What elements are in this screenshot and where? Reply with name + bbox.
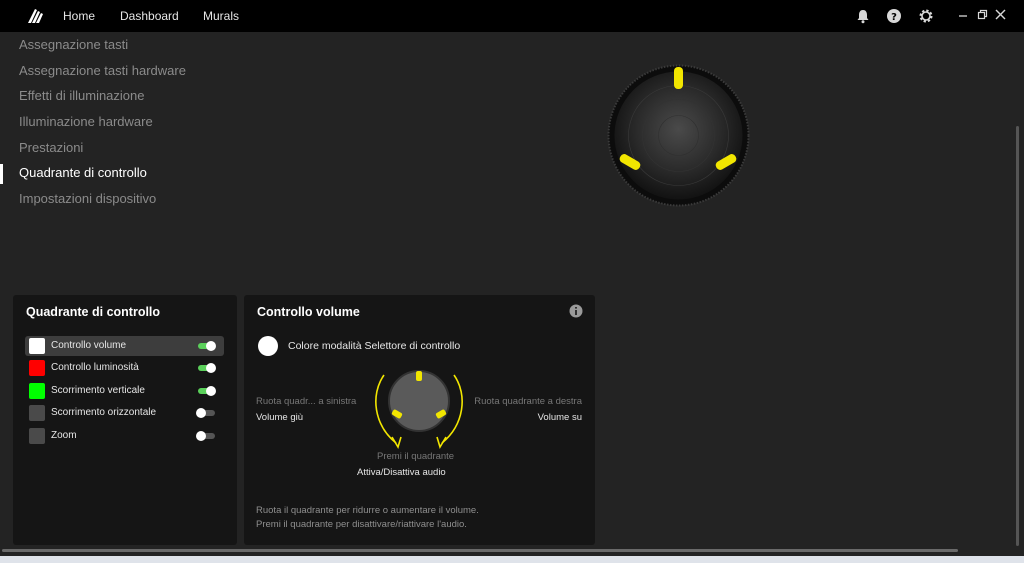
horizontal-scroll-toggle[interactable]: [196, 408, 216, 418]
info-icon[interactable]: [569, 304, 583, 318]
vertical-scrollbar[interactable]: [1016, 126, 1019, 546]
dial-modes-title: Quadrante di controllo: [26, 305, 161, 319]
nav-dashboard[interactable]: Dashboard: [120, 9, 179, 23]
rotate-right-action: Volume su: [537, 412, 582, 423]
control-dial-render: [607, 64, 750, 207]
horizontal-scroll-color-swatch[interactable]: [29, 405, 45, 421]
help-text-line1: Ruota il quadrante per ridurre o aumenta…: [256, 505, 479, 516]
brightness-color-swatch[interactable]: [29, 360, 45, 376]
restore-icon[interactable]: [976, 8, 990, 22]
dial-mode-label: Scorrimento verticale: [51, 385, 145, 396]
menu-item-hardware-key-assignment[interactable]: Assegnazione tasti hardware: [0, 62, 300, 88]
dial-mode-label: Zoom: [51, 430, 77, 441]
volume-toggle[interactable]: [196, 341, 216, 351]
dial-mode-row-volume[interactable]: Controllo volume: [25, 336, 224, 356]
help-text-line2: Premi il quadrante per disattivare/riatt…: [256, 519, 467, 530]
bell-icon[interactable]: [855, 8, 871, 24]
mode-color-picker[interactable]: [258, 336, 278, 356]
vertical-scroll-color-swatch[interactable]: [29, 383, 45, 399]
svg-text:?: ?: [891, 12, 897, 23]
volume-control-title: Controllo volume: [257, 305, 360, 319]
menu-item-control-dial[interactable]: Quadrante di controllo: [0, 164, 300, 190]
dial-mode-label: Controllo luminosità: [51, 362, 139, 373]
zoom-toggle[interactable]: [196, 431, 216, 441]
rotate-left-action: Volume giù: [256, 412, 304, 423]
press-action: Attiva/Disattiva audio: [357, 467, 446, 478]
menu-item-performance[interactable]: Prestazioni: [0, 139, 300, 165]
dial-modes-panel: Quadrante di controllo Controllo volume …: [13, 295, 237, 545]
menu-item-hardware-lighting[interactable]: Illuminazione hardware: [0, 113, 300, 139]
corsair-logo-icon[interactable]: [26, 7, 46, 25]
horizontal-scrollbar[interactable]: [2, 549, 958, 552]
nav-murals[interactable]: Murals: [203, 9, 239, 23]
menu-item-device-settings[interactable]: Impostazioni dispositivo: [0, 190, 300, 216]
dial-mode-row-brightness[interactable]: Controllo luminosità: [25, 358, 224, 378]
volume-color-swatch[interactable]: [29, 338, 45, 354]
os-taskbar: [0, 556, 1024, 563]
menu-item-lighting-effects[interactable]: Effetti di illuminazione: [0, 87, 300, 113]
brightness-toggle[interactable]: [196, 363, 216, 373]
close-icon[interactable]: [994, 8, 1008, 22]
nav-home[interactable]: Home: [63, 9, 95, 23]
dial-mode-row-zoom[interactable]: Zoom: [25, 426, 224, 446]
minimize-icon[interactable]: [957, 8, 971, 22]
dial-mode-label: Controllo volume: [51, 340, 127, 351]
settings-menu: Assegnazione tasti Assegnazione tasti ha…: [0, 36, 300, 216]
zoom-color-swatch[interactable]: [29, 428, 45, 444]
volume-control-panel: Controllo volume Colore modalità Seletto…: [244, 295, 595, 545]
dial-mode-row-vertical-scroll[interactable]: Scorrimento verticale: [25, 381, 224, 401]
gear-icon[interactable]: [918, 8, 934, 24]
menu-item-key-assignment[interactable]: Assegnazione tasti: [0, 36, 300, 62]
rotate-left-hint: Ruota quadr... a sinistra: [256, 396, 357, 407]
dial-mode-row-horizontal-scroll[interactable]: Scorrimento orizzontale: [25, 403, 224, 423]
mode-color-label: Colore modalità Selettore di controllo: [288, 340, 461, 352]
rotate-right-hint: Ruota quadrante a destra: [474, 396, 582, 407]
press-hint: Premi il quadrante: [377, 451, 455, 462]
dial-diagram-icon: [375, 370, 463, 449]
help-icon[interactable]: ?: [886, 8, 902, 24]
top-bar: Home Dashboard Murals ?: [0, 0, 1024, 32]
dial-mode-label: Scorrimento orizzontale: [51, 407, 157, 418]
vertical-scroll-toggle[interactable]: [196, 386, 216, 396]
